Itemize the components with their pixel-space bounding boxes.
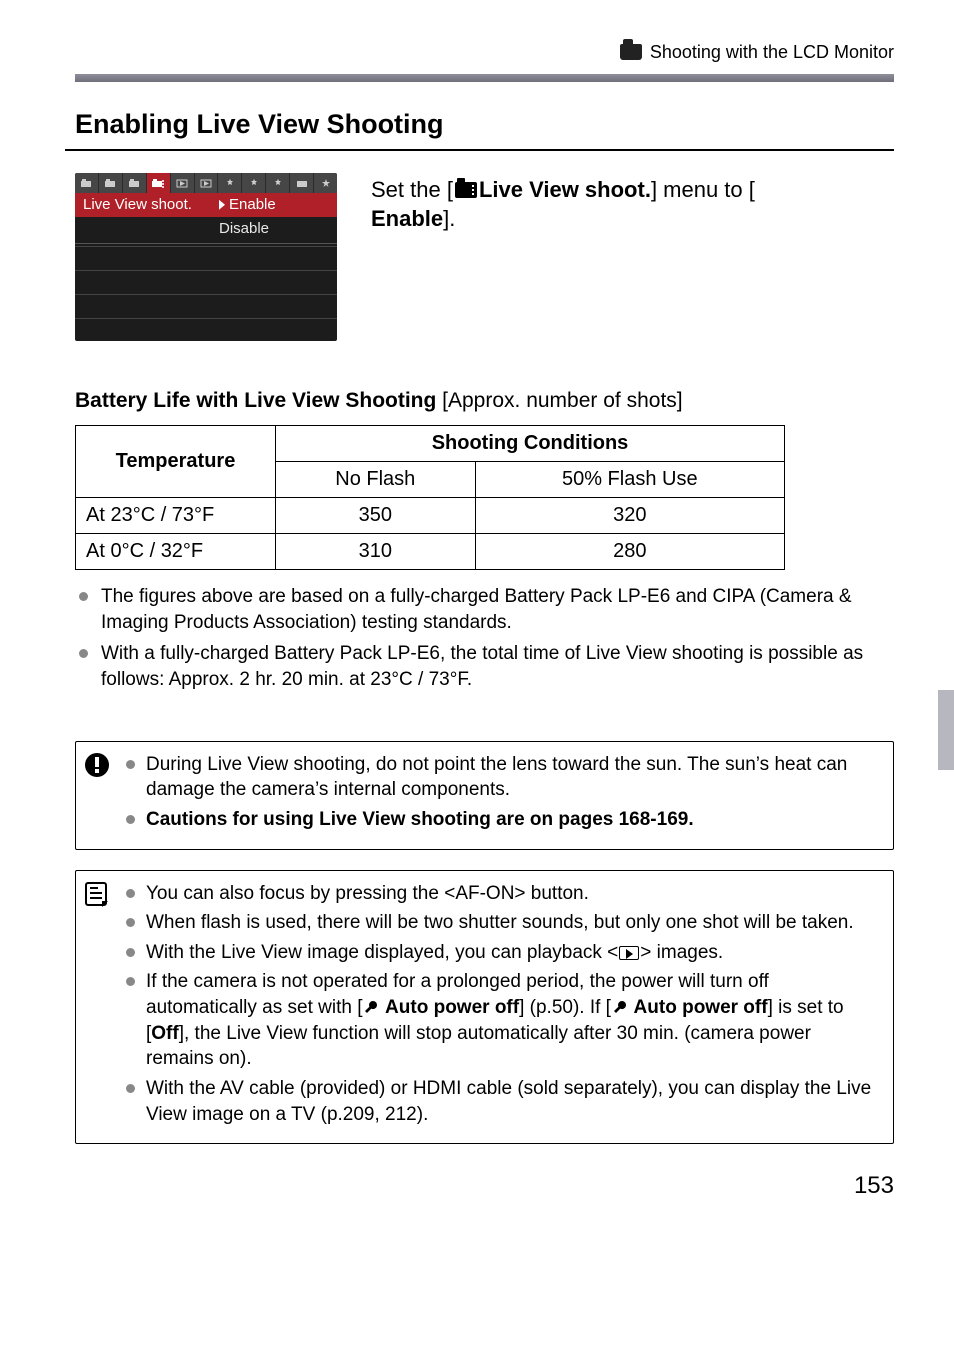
frag: Off — [151, 1023, 178, 1044]
menu-tab — [314, 173, 337, 193]
instr-frag: ] menu to [ — [651, 175, 755, 205]
menu-row-selected: Live View shoot. Enable — [75, 193, 337, 217]
af-on-label: AF-ON — [455, 883, 514, 904]
tip-item: With the AV cable (provided) or HDMI cab… — [126, 1076, 879, 1127]
warning-item: During Live View shooting, do not point … — [126, 752, 879, 803]
frag: ] (p.50). If [ — [519, 997, 611, 1018]
tip-item: If the camera is not operated for a prol… — [126, 969, 879, 1072]
frag: With the Live View image displayed, you … — [146, 942, 618, 963]
heading-bold: Battery Life with Live View Shooting — [75, 389, 436, 412]
menu-tab — [195, 173, 219, 193]
cell-temp: At 23°C / 73°F — [76, 498, 276, 534]
instr-frag: ]. — [443, 204, 455, 234]
wrench-icon — [612, 997, 628, 1013]
cell-noflash: 310 — [276, 534, 476, 570]
battery-table: Temperature Shooting Conditions No Flash… — [75, 425, 785, 570]
th-noflash: No Flash — [276, 462, 476, 498]
menu-tab — [242, 173, 266, 193]
side-page-tab — [938, 690, 954, 770]
warning-box: During Live View shooting, do not point … — [75, 741, 894, 850]
table-row: At 0°C / 32°F 310 280 — [76, 534, 785, 570]
table-notes: The figures above are based on a fully-c… — [75, 584, 894, 693]
warning-item: Cautions for using Live View shooting ar… — [126, 807, 879, 833]
frag: You can also focus by pressing the < — [146, 883, 455, 904]
menu-tab — [266, 173, 290, 193]
tips-box: You can also focus by pressing the <AF-O… — [75, 870, 894, 1145]
frag: > images. — [640, 942, 723, 963]
frag: ], the Live View function will stop auto… — [146, 1023, 811, 1070]
menu-tab-selected — [147, 173, 171, 193]
menu-tab — [75, 173, 99, 193]
menu-tab — [99, 173, 123, 193]
instruction-text: Set the [ Live View shoot. ] menu to [ E… — [371, 173, 755, 234]
header-breadcrumb: Shooting with the LCD Monitor — [75, 40, 894, 70]
menu-tab — [171, 173, 195, 193]
section-title: Enabling Live View Shooting — [65, 82, 894, 150]
menu-row: Disable — [75, 217, 337, 241]
cell-noflash: 350 — [276, 498, 476, 534]
heading-thin: [Approx. number of shots] — [436, 389, 682, 412]
th-conditions: Shooting Conditions — [276, 426, 785, 462]
note-item: With a fully-charged Battery Pack LP-E6,… — [75, 641, 894, 692]
menu-option-enable: Enable — [229, 195, 276, 215]
menu-option-disable: Disable — [219, 219, 269, 239]
instr-frag: Live View shoot. — [479, 175, 651, 205]
menu-tab — [123, 173, 147, 193]
cell-temp: At 0°C / 32°F — [76, 534, 276, 570]
menu-tab — [290, 173, 314, 193]
wrench-icon — [363, 997, 379, 1013]
warning-icon — [84, 752, 110, 778]
note-icon — [84, 881, 110, 907]
battery-heading: Battery Life with Live View Shooting [Ap… — [75, 387, 894, 415]
note-item: The figures above are based on a fully-c… — [75, 584, 894, 635]
camera-icon — [620, 44, 642, 60]
camera-menu-screenshot: Live View shoot. Enable Disable — [75, 173, 337, 341]
tip-item: With the Live View image displayed, you … — [126, 940, 879, 966]
th-flash50: 50% Flash Use — [475, 462, 784, 498]
frag: Auto power off — [629, 997, 768, 1018]
breadcrumb-text: Shooting with the LCD Monitor — [650, 40, 894, 64]
frag: Auto power off — [380, 997, 519, 1018]
page-number: 153 — [75, 1170, 894, 1202]
menu-tab — [218, 173, 242, 193]
menu-tab-strip — [75, 173, 337, 193]
header-divider — [75, 74, 894, 82]
camera-menu-icon — [455, 182, 477, 198]
menu-item-label: Live View shoot. — [83, 195, 203, 215]
th-temperature: Temperature — [76, 426, 276, 498]
menu-bullet-icon — [219, 200, 225, 210]
table-row: At 23°C / 73°F 350 320 — [76, 498, 785, 534]
frag: > button. — [514, 883, 588, 904]
instr-frag: Enable — [371, 204, 443, 234]
cell-flash50: 280 — [475, 534, 784, 570]
instr-frag: Set the [ — [371, 175, 453, 205]
playback-icon — [619, 946, 639, 960]
cell-flash50: 320 — [475, 498, 784, 534]
tip-item: You can also focus by pressing the <AF-O… — [126, 881, 879, 907]
tip-item: When flash is used, there will be two sh… — [126, 910, 879, 936]
